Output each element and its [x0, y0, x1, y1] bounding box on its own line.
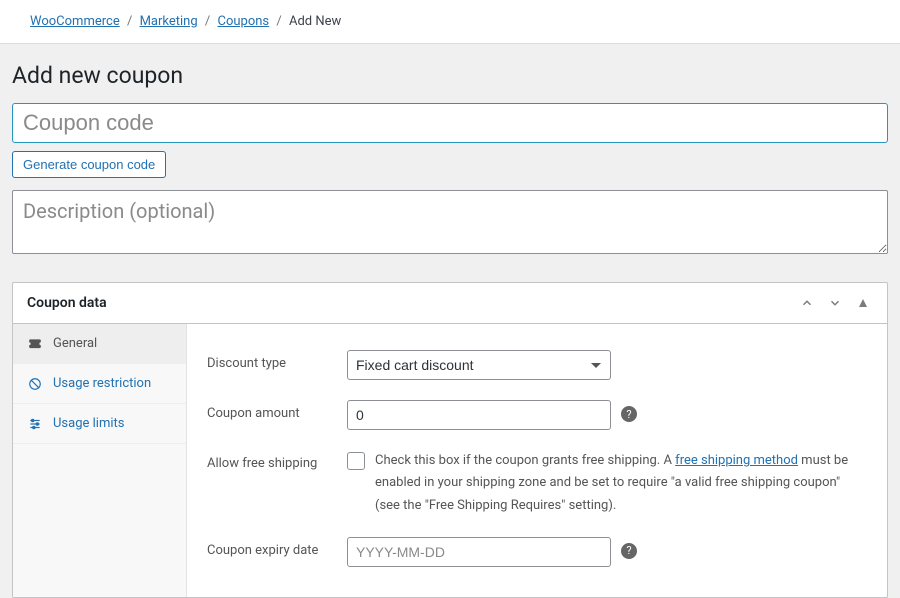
tab-label: Usage limits [53, 416, 124, 431]
panel-content-general: Discount type Fixed cart discount Coupon… [187, 324, 887, 596]
allow-free-shipping-checkbox[interactable] [347, 452, 365, 470]
postbox-header: Coupon data [13, 283, 887, 324]
help-icon[interactable]: ? [621, 406, 637, 422]
generate-coupon-code-button[interactable]: Generate coupon code [12, 151, 166, 178]
chevron-down-icon[interactable] [825, 293, 845, 313]
breadcrumb: WooCommerce / Marketing / Coupons / Add … [0, 0, 900, 44]
row-coupon-expiry-date: Coupon expiry date ? [207, 527, 867, 577]
free-shipping-description: Check this box if the coupon grants free… [375, 450, 867, 516]
coupon-data-postbox: Coupon data General [12, 282, 888, 597]
breadcrumb-sep: / [127, 14, 132, 29]
label-allow-free-shipping: Allow free shipping [207, 450, 347, 471]
breadcrumb-link-woocommerce[interactable]: WooCommerce [30, 14, 120, 29]
breadcrumb-link-marketing[interactable]: Marketing [140, 14, 198, 29]
row-discount-type: Discount type Fixed cart discount [207, 340, 867, 390]
chevron-up-icon[interactable] [797, 293, 817, 313]
tab-usage-limits[interactable]: Usage limits [13, 404, 186, 444]
coupon-expiry-date-input[interactable] [347, 537, 611, 567]
breadcrumb-sep: / [205, 14, 210, 29]
sliders-icon [27, 417, 43, 431]
label-discount-type: Discount type [207, 350, 347, 371]
label-coupon-expiry-date: Coupon expiry date [207, 537, 347, 558]
postbox-handle-actions [797, 293, 873, 313]
no-entry-icon [27, 377, 43, 391]
ticket-icon [27, 337, 43, 351]
coupon-code-input[interactable] [12, 103, 888, 143]
panel-tabs: General Usage restriction Usage limits [13, 324, 187, 596]
tab-usage-restriction[interactable]: Usage restriction [13, 364, 186, 404]
tab-label: General [53, 336, 97, 351]
breadcrumb-current: Add New [289, 14, 341, 29]
postbox-title: Coupon data [27, 295, 107, 311]
label-coupon-amount: Coupon amount [207, 400, 347, 421]
tab-label: Usage restriction [53, 376, 151, 391]
description-textarea[interactable] [12, 190, 888, 254]
discount-type-select[interactable]: Fixed cart discount [347, 350, 611, 380]
breadcrumb-link-coupons[interactable]: Coupons [217, 14, 269, 29]
free-shipping-method-link[interactable]: free shipping method [675, 453, 798, 468]
coupon-amount-input[interactable] [347, 400, 611, 430]
page-title: Add new coupon [12, 62, 888, 89]
row-coupon-amount: Coupon amount ? [207, 390, 867, 440]
breadcrumb-sep: / [276, 14, 281, 29]
help-icon[interactable]: ? [621, 543, 637, 559]
row-allow-free-shipping: Allow free shipping Check this box if th… [207, 440, 867, 526]
tab-general[interactable]: General [13, 324, 186, 364]
triangle-up-icon[interactable] [853, 293, 873, 313]
